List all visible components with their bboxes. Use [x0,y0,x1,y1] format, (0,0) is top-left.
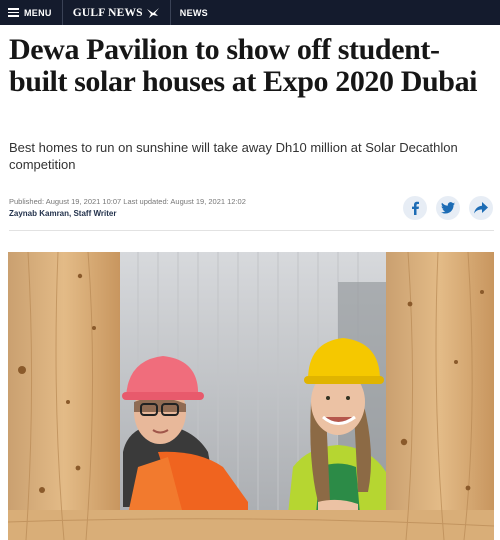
article-author[interactable]: Zaynab Kamran, Staff Writer [9,209,116,218]
article-headline: Dewa Pavilion to show off student-built … [9,33,478,98]
hamburger-icon [8,8,19,17]
menu-label: MENU [24,7,52,18]
gulf-news-logo[interactable]: GULF NEWS [63,0,171,25]
publish-dates: Published: August 19, 2021 10:07 Last up… [9,197,246,206]
share-button[interactable] [469,196,493,220]
updated-date: August 19, 2021 12:02 [170,197,246,206]
menu-button[interactable]: MENU [0,0,63,25]
article-subheadline: Best homes to run on sunshine will take … [9,140,458,172]
facebook-share-button[interactable] [403,196,427,220]
article-photo[interactable] [8,252,494,540]
published-date: August 19, 2021 10:07 [45,197,122,206]
twitter-share-button[interactable] [436,196,460,220]
photo-illustration [8,252,494,540]
top-navigation-bar: MENU GULF NEWS NEWS [0,0,500,25]
updated-label: Last updated: [123,197,169,206]
falcon-logo-icon [146,7,159,18]
meta-divider [9,230,494,231]
facebook-icon [412,201,419,215]
section-link-news[interactable]: NEWS [171,8,208,18]
share-arrow-icon [474,202,488,214]
brand-name: GULF NEWS [72,6,143,19]
twitter-icon [441,202,455,214]
published-label: Published: [9,197,45,206]
